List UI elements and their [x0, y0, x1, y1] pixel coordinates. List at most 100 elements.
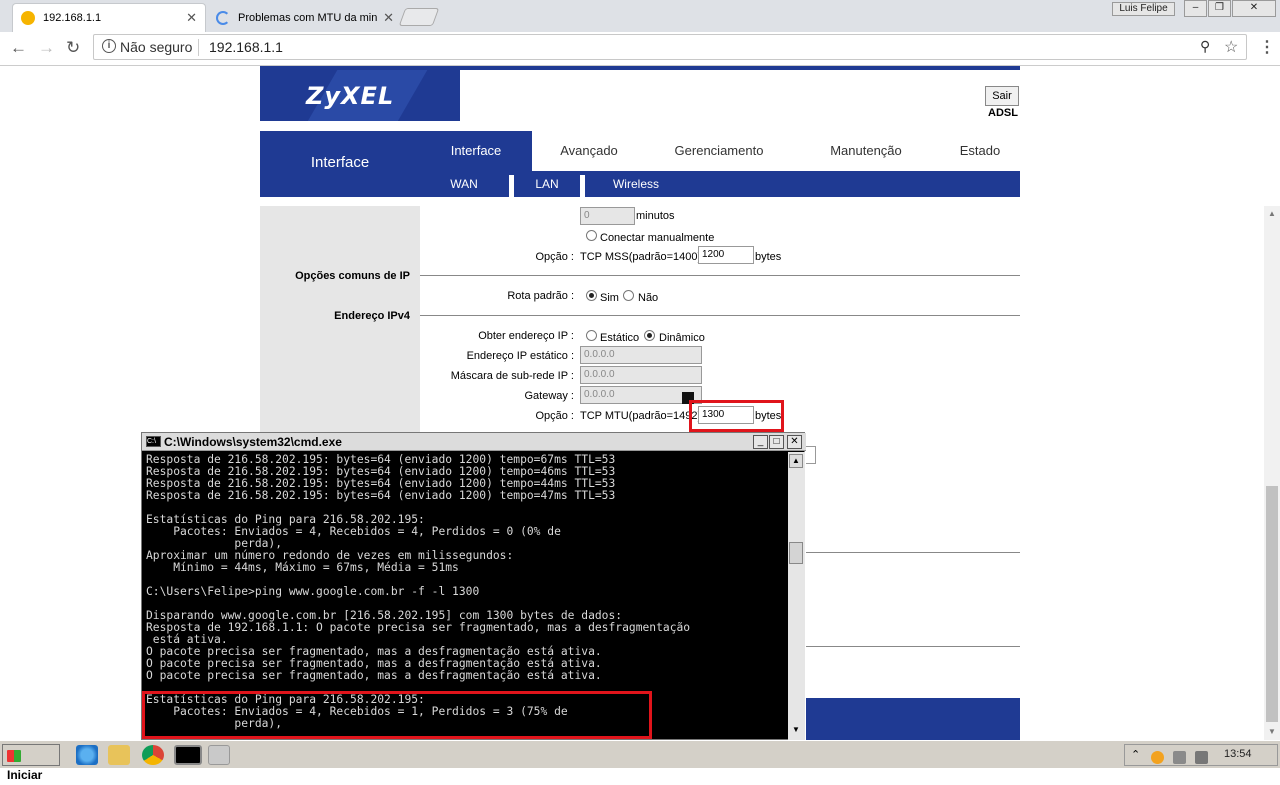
scroll-up-icon[interactable]: ▲: [789, 454, 803, 468]
cmd-taskbar-icon[interactable]: [174, 745, 202, 765]
cmd-minimize-button[interactable]: _: [753, 435, 768, 449]
bookmark-star-icon[interactable]: ☆: [1224, 37, 1238, 57]
security-label: Não seguro: [120, 39, 193, 55]
cmd-close-button[interactable]: ✕: [787, 435, 802, 449]
tab-manutencao[interactable]: Manutenção: [792, 131, 940, 171]
mss-input[interactable]: 1200: [698, 246, 754, 264]
timeout-unit: minutos: [636, 210, 675, 222]
close-tab-icon[interactable]: ✕: [180, 10, 197, 26]
start-button[interactable]: Iniciar: [2, 744, 60, 782]
subtab-wireless[interactable]: Wireless: [588, 171, 684, 197]
tab-strip: 192.168.1.1 ✕ Problemas com MTU da min ✕…: [0, 0, 1280, 32]
cmd-line: C:\Users\Felipe>ping www.google.com.br -…: [146, 585, 480, 598]
loading-spinner-icon: [216, 10, 230, 25]
subnet-mask-label: Máscara de sub-rede IP :: [450, 370, 574, 382]
subnet-mask-input[interactable]: 0.0.0.0: [580, 366, 702, 384]
cmd-title: C:\Windows\system32\cmd.exe: [164, 435, 342, 449]
divider: [806, 552, 1020, 553]
chrome-icon[interactable]: [142, 745, 164, 765]
ip-common-heading: Opções comuns de IP: [295, 270, 410, 282]
gateway-label: Gateway :: [524, 390, 574, 402]
tab-title: Problemas com MTU da min: [238, 11, 378, 24]
minimize-window-button[interactable]: –: [1184, 0, 1207, 17]
cmd-scrollbar[interactable]: ▲ ▼: [788, 452, 805, 740]
divider: [806, 646, 1020, 647]
network-icon[interactable]: [1173, 751, 1186, 764]
cmd-line: Mínimo = 44ms, Máximo = 67ms, Média = 51…: [146, 561, 459, 574]
scroll-down-icon[interactable]: ▼: [1264, 724, 1280, 740]
default-route-label: Rota padrão :: [507, 290, 574, 302]
divider: [509, 175, 514, 197]
connect-manual-radio[interactable]: [586, 230, 597, 241]
mtu-highlight-box: [689, 400, 784, 432]
address-bar[interactable]: i Não seguro 192.168.1.1 ⚲ ☆: [93, 34, 1247, 60]
browser-chrome: 192.168.1.1 ✕ Problemas com MTU da min ✕…: [0, 0, 1280, 66]
connect-manual-label: Conectar manualmente: [600, 232, 715, 244]
mtu-text: TCP MTU(padrão=1492):: [580, 410, 705, 422]
timeout-input[interactable]: 0: [580, 207, 635, 225]
close-tab-icon[interactable]: ✕: [377, 10, 394, 26]
mode-label: ADSL: [988, 107, 1018, 119]
start-label: Iniciar: [7, 768, 43, 782]
logout-button[interactable]: Sair: [985, 86, 1019, 106]
show-hidden-icons-icon[interactable]: ⌃: [1131, 748, 1140, 761]
tab-gerenciamento[interactable]: Gerenciamento: [646, 131, 792, 171]
windows-logo-icon: [7, 749, 21, 762]
scroll-thumb[interactable]: [789, 542, 803, 564]
default-route-no-label: Não: [638, 292, 659, 304]
reload-icon[interactable]: ↻: [66, 38, 80, 58]
obtain-ip-dynamic-label: Dinâmico: [659, 332, 705, 344]
taskbar: Iniciar ⌃ 13:54: [0, 740, 1280, 782]
main-nav: Interface Avançado Gerenciamento Manuten…: [420, 131, 1020, 171]
static-ip-label: Endereço IP estático :: [466, 350, 574, 362]
tab-avancado[interactable]: Avançado: [532, 131, 646, 171]
page-scrollbar[interactable]: ▲ ▼: [1264, 206, 1280, 740]
logo-text: ZyXEL: [306, 82, 395, 110]
cmd-line: Resposta de 216.58.202.195: bytes=64 (en…: [146, 489, 616, 502]
cmd-title-bar[interactable]: C:\ C:\Windows\system32\cmd.exe _ □ ✕: [142, 433, 806, 451]
scroll-thumb[interactable]: [1266, 486, 1278, 722]
cmd-maximize-button[interactable]: □: [769, 435, 784, 449]
restore-window-button[interactable]: ❐: [1208, 0, 1231, 17]
subtab-lan[interactable]: LAN: [516, 171, 578, 197]
cmd-window[interactable]: C:\ C:\Windows\system32\cmd.exe _ □ ✕ Re…: [141, 432, 806, 740]
default-route-yes-label: Sim: [600, 292, 619, 304]
zyxel-logo: ZyXEL: [260, 70, 460, 121]
subtab-wan[interactable]: WAN: [420, 171, 508, 197]
ipv4-heading: Endereço IPv4: [334, 310, 410, 322]
scroll-down-icon[interactable]: ▼: [789, 724, 803, 738]
tab-estado[interactable]: Estado: [940, 131, 1020, 171]
obtain-ip-dynamic-radio[interactable]: [644, 330, 655, 341]
obtain-ip-static-label: Estático: [600, 332, 640, 344]
divider: [420, 275, 1020, 276]
url-text[interactable]: 192.168.1.1: [209, 39, 283, 55]
divider: [420, 315, 1020, 316]
clock[interactable]: 13:54: [1224, 748, 1252, 760]
obtain-ip-static-radio[interactable]: [586, 330, 597, 341]
default-route-no-radio[interactable]: [623, 290, 634, 301]
close-window-button[interactable]: ✕: [1232, 0, 1276, 17]
forward-arrow-icon[interactable]: →: [38, 38, 55, 58]
folder-icon[interactable]: [108, 745, 130, 765]
default-route-yes-radio[interactable]: [586, 290, 597, 301]
tab-interface[interactable]: Interface: [420, 131, 532, 171]
tab-mtu-forum[interactable]: Problemas com MTU da min ✕: [208, 3, 402, 32]
divider: [198, 39, 199, 56]
network-app-icon[interactable]: [208, 745, 230, 765]
key-icon[interactable]: ⚲: [1200, 38, 1210, 55]
scroll-up-icon[interactable]: ▲: [1264, 206, 1280, 222]
cmd-app-icon: C:\: [146, 436, 161, 447]
static-ip-input[interactable]: 0.0.0.0: [580, 346, 702, 364]
new-tab-button[interactable]: [398, 8, 440, 26]
system-tray: ⌃: [1124, 744, 1278, 766]
avast-icon[interactable]: [1151, 751, 1164, 764]
browser-menu-icon[interactable]: ⋮: [1259, 37, 1275, 57]
back-arrow-icon[interactable]: ←: [10, 38, 27, 58]
internet-explorer-icon[interactable]: [76, 745, 98, 765]
mss-label: Opção :: [535, 251, 574, 263]
volume-icon[interactable]: [1195, 751, 1208, 764]
profile-button[interactable]: Luis Felipe: [1112, 2, 1175, 16]
section-title: Interface: [260, 131, 420, 197]
tab-router[interactable]: 192.168.1.1 ✕: [12, 3, 206, 32]
info-icon[interactable]: i: [102, 39, 116, 53]
